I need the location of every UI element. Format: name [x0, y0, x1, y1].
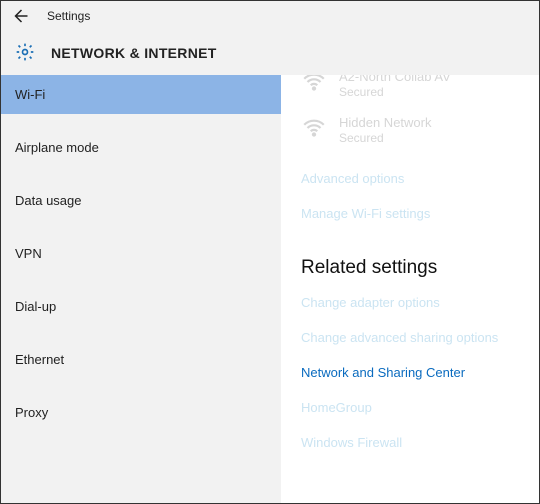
category-title: NETWORK & INTERNET [51, 45, 217, 61]
wifi-icon [301, 75, 327, 98]
body: Wi-Fi Airplane mode Data usage VPN Dial-… [1, 75, 539, 503]
change-advanced-sharing-link[interactable]: Change advanced sharing options [281, 324, 539, 351]
sidebar-item-dial-up[interactable]: Dial-up [1, 287, 281, 326]
network-and-sharing-center-link[interactable]: Network and Sharing Center [281, 359, 539, 386]
network-labels: A2-North Collab AV Secured [339, 75, 451, 99]
sidebar-item-label: Data usage [15, 193, 82, 208]
sidebar-item-label: Airplane mode [15, 140, 99, 155]
network-name: Hidden Network [339, 115, 432, 131]
sidebar-item-wifi[interactable]: Wi-Fi [1, 75, 281, 114]
sidebar-item-label: Dial-up [15, 299, 56, 314]
sidebar-item-label: Proxy [15, 405, 48, 420]
sidebar-item-data-usage[interactable]: Data usage [1, 181, 281, 220]
advanced-options-link[interactable]: Advanced options [281, 165, 539, 192]
network-item[interactable]: Hidden Network Secured [281, 111, 539, 157]
sidebar-item-proxy[interactable]: Proxy [1, 393, 281, 432]
network-labels: Hidden Network Secured [339, 115, 432, 145]
network-name: A2-North Collab AV [339, 75, 451, 85]
sidebar-item-label: Wi-Fi [15, 87, 45, 102]
sidebar-item-airplane-mode[interactable]: Airplane mode [1, 128, 281, 167]
sidebar-item-label: VPN [15, 246, 42, 261]
main-panel: A2-North Collab AV Secured Hidden Networ… [281, 75, 539, 503]
network-status: Secured [339, 131, 432, 145]
titlebar: Settings [1, 1, 539, 31]
manage-wifi-settings-link[interactable]: Manage Wi-Fi settings [281, 200, 539, 227]
windows-firewall-link[interactable]: Windows Firewall [281, 429, 539, 456]
wifi-icon [301, 115, 327, 144]
change-adapter-options-link[interactable]: Change adapter options [281, 289, 539, 316]
sidebar: Wi-Fi Airplane mode Data usage VPN Dial-… [1, 75, 281, 503]
sidebar-item-vpn[interactable]: VPN [1, 234, 281, 273]
category-bar: NETWORK & INTERNET [1, 31, 539, 75]
window-title: Settings [47, 9, 90, 23]
network-item[interactable]: A2-North Collab AV Secured [281, 75, 539, 111]
settings-window: Settings NETWORK & INTERNET Wi-Fi Airpla… [0, 0, 540, 504]
network-status: Secured [339, 85, 451, 99]
gear-icon [15, 42, 35, 65]
homegroup-link[interactable]: HomeGroup [281, 394, 539, 421]
sidebar-item-ethernet[interactable]: Ethernet [1, 340, 281, 379]
sidebar-item-label: Ethernet [15, 352, 64, 367]
back-button[interactable] [11, 7, 29, 25]
related-settings-heading: Related settings [281, 235, 539, 289]
arrow-left-icon [11, 7, 29, 25]
